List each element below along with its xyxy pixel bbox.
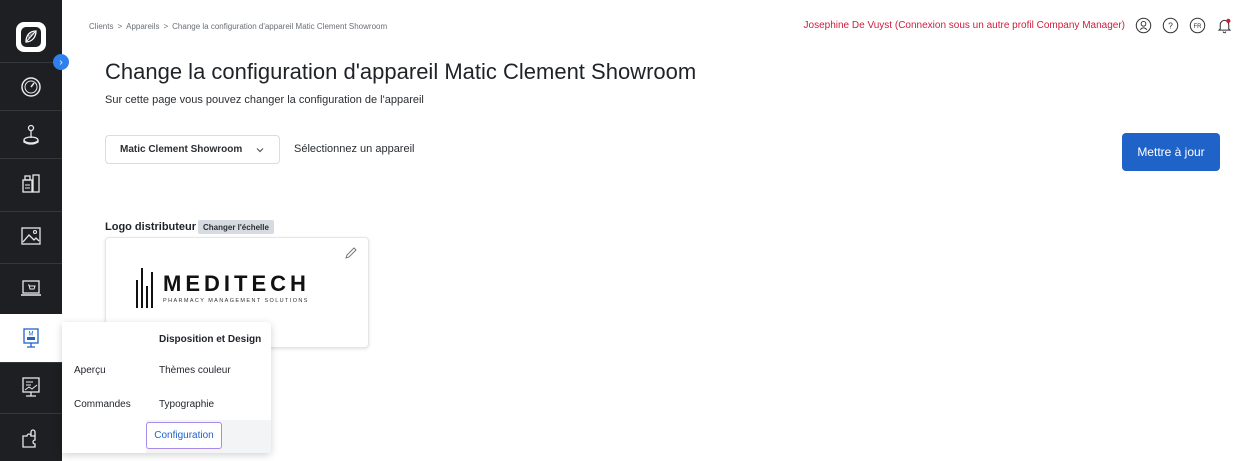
- sidebar-flyout-menu: Aperçu Commandes Disposition et Design T…: [62, 322, 271, 453]
- sidebar-item-dashboard[interactable]: [0, 62, 62, 110]
- dashboard-icon: [21, 76, 41, 97]
- sidebar-item-presentation[interactable]: [0, 362, 62, 410]
- breadcrumb: Clients > Appareils > Change la configuratio…: [89, 22, 387, 31]
- language-code: FR: [1194, 24, 1203, 30]
- change-scale-badge[interactable]: Changer l'échelle: [198, 220, 274, 234]
- sidebar-expand-button[interactable]: ›: [53, 54, 69, 70]
- menu-item-orders[interactable]: Commandes: [74, 399, 131, 410]
- matic-device-icon: M: [23, 328, 39, 348]
- sidebar-item-joystick[interactable]: [0, 110, 62, 158]
- chevron-down-icon: [256, 148, 264, 153]
- device-select-value: Matic Clement Showroom: [120, 144, 243, 155]
- breadcrumb-separator: >: [163, 22, 169, 31]
- sidebar-item-media[interactable]: [0, 211, 62, 259]
- update-button[interactable]: Mettre à jour: [1122, 133, 1220, 171]
- breadcrumb-item-current: Change la configuration d'appareil Matic…: [172, 22, 388, 31]
- presentation-icon: [22, 376, 40, 397]
- edit-pencil-icon[interactable]: [344, 246, 358, 260]
- brand-leaf-icon: [21, 27, 41, 47]
- page-title: Change la configuration d'appareil Matic…: [105, 59, 697, 84]
- menu-item-color-themes[interactable]: Thèmes couleur: [159, 365, 231, 376]
- menu-item-configuration[interactable]: Configuration: [146, 422, 222, 449]
- page-subtitle: Sur cette page vous pouvez changer la co…: [105, 94, 424, 106]
- app-root: M › Clients > Appareils > Change la configur…: [0, 0, 1247, 461]
- distributor-logo-label: Logo distributeur: [105, 221, 197, 233]
- shop-screen-icon: [21, 279, 41, 296]
- help-icon[interactable]: ?: [1162, 17, 1179, 34]
- logo-bars-icon: [136, 268, 153, 308]
- logo-wordmark: MEDITECH: [163, 270, 310, 296]
- chevron-right-icon: ›: [59, 56, 63, 68]
- logo-tagline: PHARMACY MANAGEMENT SOLUTIONS: [163, 297, 309, 304]
- sidebar-item-shop-screen[interactable]: [0, 263, 62, 311]
- device-select[interactable]: Matic Clement Showroom: [105, 135, 280, 164]
- menu-item-overview[interactable]: Aperçu: [74, 365, 106, 376]
- device-select-hint: Sélectionnez un appareil: [294, 143, 415, 155]
- notification-bell-icon[interactable]: [1216, 17, 1233, 34]
- breadcrumb-item-clients[interactable]: Clients: [89, 22, 113, 31]
- menu-item-configuration-row: Configuration: [146, 420, 271, 453]
- breadcrumb-separator: >: [117, 22, 123, 31]
- language-icon[interactable]: FR: [1189, 17, 1206, 34]
- plugins-icon: [22, 428, 36, 448]
- svg-text:?: ?: [1168, 20, 1173, 30]
- menu-item-typography[interactable]: Typographie: [159, 399, 214, 410]
- media-icon: [21, 226, 41, 245]
- impersonation-user-link[interactable]: Josephine De Vuyst (Connexion sous un au…: [804, 20, 1125, 31]
- header-actions: Josephine De Vuyst (Connexion sous un au…: [804, 17, 1233, 34]
- sidebar-item-products[interactable]: [0, 158, 62, 206]
- svg-text:M: M: [29, 332, 34, 338]
- breadcrumb-item-devices[interactable]: Appareils: [126, 22, 159, 31]
- menu-section-header: Disposition et Design: [159, 334, 262, 345]
- products-icon: [22, 173, 40, 193]
- meditech-logo: MEDITECH PHARMACY MANAGEMENT SOLUTIONS: [136, 268, 310, 308]
- joystick-icon: [23, 124, 39, 145]
- sidebar-item-plugins[interactable]: [0, 413, 62, 461]
- sidebar: M: [0, 0, 62, 461]
- sidebar-item-matic-device[interactable]: M: [0, 314, 62, 362]
- app-logo[interactable]: [16, 22, 46, 52]
- user-switch-icon[interactable]: [1135, 17, 1152, 34]
